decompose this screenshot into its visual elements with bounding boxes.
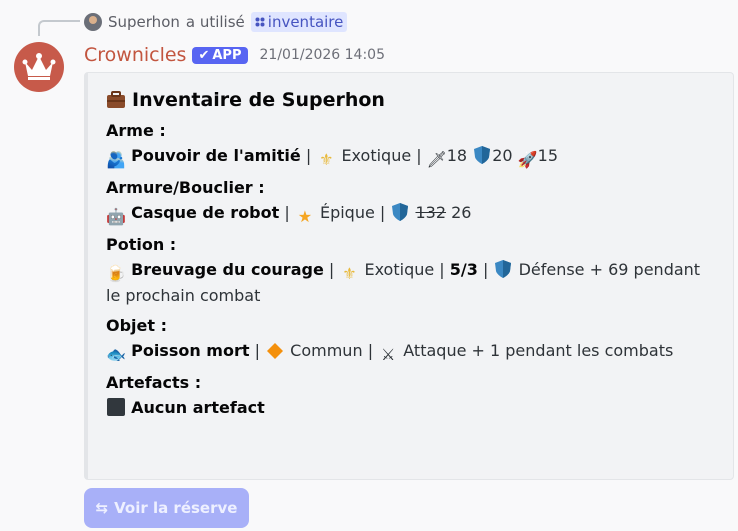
inventory-embed: Inventaire de Superhon Arme : 🫂 Pouvoir … xyxy=(84,72,734,480)
black-square-icon xyxy=(106,397,126,417)
star-icon: ★ xyxy=(297,207,313,226)
field-value: Aucun artefact xyxy=(106,396,715,420)
slash-command-icon xyxy=(255,17,265,27)
reply-connector xyxy=(38,20,80,36)
reply-username[interactable]: Superhon xyxy=(108,13,180,31)
field-name: Arme : xyxy=(106,121,166,140)
people-hugging-icon: 🫂 xyxy=(106,150,126,169)
swap-arrows-icon: ⇆ xyxy=(95,499,109,517)
item-name: Poisson mort xyxy=(131,341,250,360)
speed-stat: 15 xyxy=(537,146,559,165)
exotic-trident-icon: ⚜ xyxy=(342,264,357,283)
check-icon: ✔ xyxy=(198,47,210,63)
item-rarity: Commun xyxy=(290,341,363,360)
defense-stat: 20 xyxy=(492,146,513,165)
item-rarity: Épique xyxy=(319,203,375,222)
command-chip[interactable]: inventaire xyxy=(250,12,348,32)
field-potion: Potion : 🍺 Breuvage du courage | ⚜ Exoti… xyxy=(106,235,715,308)
message-header: Crownicles ✔ APP 21/01/2026 14:05 xyxy=(84,42,385,68)
field-name: Objet : xyxy=(106,316,168,335)
shield-icon xyxy=(493,259,513,279)
reply-context: Superhon a utilisé inventaire xyxy=(84,10,348,34)
attack-stat: 18 xyxy=(446,146,468,165)
rocket-icon: 🚀 xyxy=(517,150,538,169)
view-reserve-button[interactable]: ⇆ Voir la réserve xyxy=(84,488,249,528)
crossed-swords-icon: ⚔ xyxy=(381,345,396,364)
shield-icon xyxy=(390,202,410,222)
old-defense-value: 132 xyxy=(415,203,447,222)
field-weapon: Arme : 🫂 Pouvoir de l'amitié | ⚜ Exotiqu… xyxy=(106,121,715,170)
field-value: 🍺 Breuvage du courage | ⚜ Exotique | 5/3… xyxy=(106,259,701,305)
app-badge-label: APP xyxy=(212,47,242,63)
item-rarity: Exotique xyxy=(364,260,435,279)
field-name: Armure/Bouclier : xyxy=(106,178,265,197)
bot-avatar[interactable] xyxy=(14,42,64,92)
field-value: 🤖 Casque de robot | ★ Épique | 132 26 xyxy=(106,202,472,226)
button-label: Voir la réserve xyxy=(114,499,238,517)
reply-action-text: a utilisé xyxy=(185,13,245,31)
item-name: Casque de robot xyxy=(131,203,280,222)
briefcase-icon xyxy=(106,90,126,110)
exotic-trident-icon: ⚜ xyxy=(319,150,334,169)
dagger-icon: 🗡 xyxy=(426,150,447,169)
reply-user-avatar[interactable] xyxy=(84,13,102,31)
item-rarity: Exotique xyxy=(341,146,412,165)
robot-icon: 🤖 xyxy=(106,207,126,226)
field-object: Objet : 🐟 Poisson mort | Commun | ⚔ Atta… xyxy=(106,316,715,365)
message-timestamp: 21/01/2026 14:05 xyxy=(259,47,386,63)
field-name: Potion : xyxy=(106,235,177,254)
field-name: Artefacts : xyxy=(106,373,202,392)
app-badge: ✔ APP xyxy=(192,46,248,64)
field-value: 🐟 Poisson mort | Commun | ⚔ Attaque + 1 … xyxy=(106,341,674,364)
item-name: Aucun artefact xyxy=(131,398,265,417)
embed-title: Inventaire de Superhon xyxy=(106,89,715,111)
field-armor: Armure/Bouclier : 🤖 Casque de robot | ★ … xyxy=(106,178,715,227)
command-name: inventaire xyxy=(267,13,344,31)
orange-diamond-icon xyxy=(265,341,285,361)
potion-count: 5/3 xyxy=(449,260,478,279)
blue-fish-icon: 🐟 xyxy=(106,345,126,364)
item-name: Breuvage du courage xyxy=(131,260,324,279)
crown-icon xyxy=(22,53,56,80)
field-value: 🫂 Pouvoir de l'amitié | ⚜ Exotique | 🗡18… xyxy=(106,145,559,169)
shield-icon xyxy=(472,145,492,165)
field-artifacts: Artefacts : Aucun artefact xyxy=(106,373,715,420)
beer-mug-icon: 🍺 xyxy=(106,264,126,283)
embed-title-text: Inventaire de Superhon xyxy=(132,89,385,111)
bot-username[interactable]: Crownicles xyxy=(84,44,186,66)
object-effect: Attaque + 1 pendant les combats xyxy=(403,341,674,360)
new-defense-value: 26 xyxy=(451,203,472,222)
item-name: Pouvoir de l'amitié xyxy=(131,146,301,165)
